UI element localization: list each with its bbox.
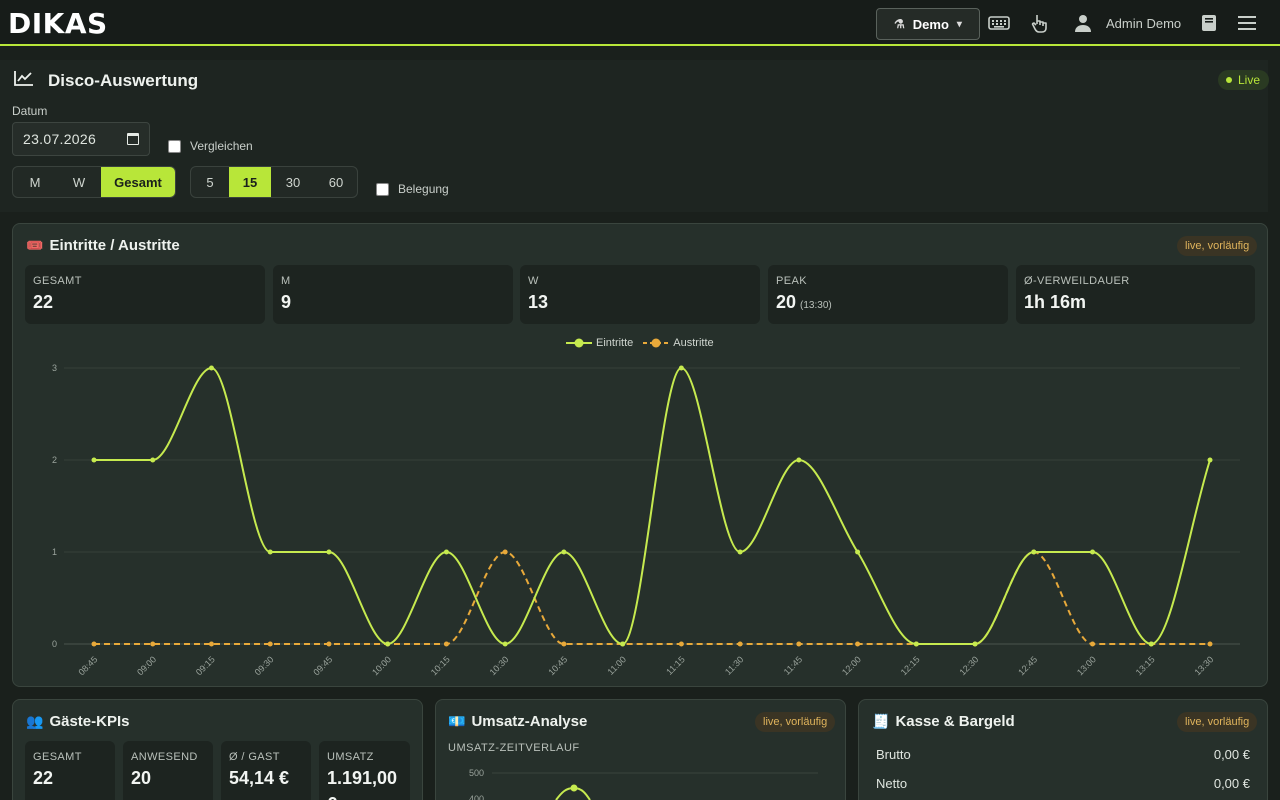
live-status-badge: Live <box>1218 70 1270 90</box>
cash-row-label: Brutto <box>876 747 911 762</box>
gender-filter: M W Gesamt <box>12 166 176 198</box>
stat-value: 9 <box>281 292 292 312</box>
cash-card-title-text: Kasse & Bargeld <box>895 713 1015 730</box>
guest-stat-total: GESAMT 22 <box>25 741 115 800</box>
compare-label: Vergleichen <box>190 139 253 153</box>
revenue-chart-subtitle: UMSATZ-ZEITVERLAUF <box>448 742 580 754</box>
book-icon[interactable] <box>1200 12 1218 34</box>
stat-label: GESAMT <box>33 275 82 287</box>
revenue-card-title: 💶 Umsatz-Analyse <box>448 713 587 730</box>
stat-label: UMSATZ <box>327 751 374 763</box>
peak-time: (13:30) <box>800 300 832 311</box>
stat-male: M 9 <box>273 265 513 324</box>
stat-label: PEAK <box>776 275 807 287</box>
people-icon: 👥 <box>26 713 44 729</box>
stat-peak: PEAK 20 (13:30) <box>768 265 1008 324</box>
entries-status-tag: live, vorläufig <box>1177 236 1258 256</box>
keyboard-icon[interactable] <box>988 12 1010 34</box>
interval-option-5[interactable]: 5 <box>191 167 229 197</box>
stat-value: 13 <box>528 292 549 312</box>
guest-stat-revenue: UMSATZ 1.191,00 € <box>319 741 410 800</box>
cash-card-title: 🧾 Kasse & Bargeld <box>872 713 1015 730</box>
interval-option-15[interactable]: 15 <box>229 167 271 197</box>
guest-stat-avg: Ø / GAST 54,14 € <box>221 741 311 800</box>
guests-card-title-text: Gäste-KPIs <box>49 713 130 730</box>
demo-label: Demo <box>912 16 949 32</box>
gender-option-w[interactable]: W <box>57 167 101 197</box>
stat-label: Ø / GAST <box>229 751 280 763</box>
touch-icon[interactable] <box>1030 12 1050 34</box>
flask-icon: ⚗ <box>894 17 905 31</box>
stat-value: 22 <box>33 292 54 312</box>
line-chart-icon <box>14 70 34 91</box>
cash-row-value: 0,00 € <box>1213 776 1250 791</box>
guest-stat-present: ANWESEND 20 <box>123 741 213 800</box>
ticket-icon: 🎟️ <box>26 237 44 253</box>
guests-card-title: 👥 Gäste-KPIs <box>26 713 129 730</box>
calendar-icon[interactable] <box>127 133 139 145</box>
date-input[interactable]: 23.07.2026 <box>12 122 150 156</box>
peak-value: 20 <box>776 292 797 312</box>
user-name[interactable]: Admin Demo <box>1106 16 1181 31</box>
live-dot-icon <box>1226 77 1232 83</box>
receipt-icon: 🧾 <box>872 713 890 729</box>
money-icon: 💶 <box>448 713 466 729</box>
demo-dropdown-button[interactable]: ⚗ Demo ▾ <box>876 8 980 40</box>
stat-label: GESAMT <box>33 751 82 763</box>
compare-checkbox-row[interactable]: Vergleichen <box>168 139 253 153</box>
stat-value: 1h 16m <box>1024 292 1087 312</box>
page-title: Disco-Auswertung <box>48 70 199 90</box>
interval-filter: 5 15 30 60 <box>190 166 358 198</box>
revenue-status-tag: live, vorläufig <box>755 712 836 732</box>
occupancy-checkbox-row[interactable]: Belegung <box>376 182 449 196</box>
stat-total: GESAMT 22 <box>25 265 265 324</box>
entries-card-title-text: Eintritte / Austritte <box>49 237 180 254</box>
gender-option-m[interactable]: M <box>13 167 57 197</box>
stat-value: 1.191,00 € <box>327 768 398 800</box>
cash-row-label: Netto <box>876 776 908 791</box>
cash-row-gross: Brutto 0,00 € <box>876 747 1250 762</box>
date-value: 23.07.2026 <box>23 131 97 147</box>
stat-female: W 13 <box>520 265 760 324</box>
stat-value: 22 <box>33 768 54 788</box>
compare-checkbox[interactable] <box>168 139 181 153</box>
hamburger-menu-icon[interactable] <box>1238 12 1256 34</box>
stat-value: 20 (13:30) <box>776 292 832 313</box>
stat-value: 20 <box>131 768 152 788</box>
user-icon[interactable] <box>1074 12 1092 34</box>
top-navigation-bar: DIKAS ⚗ Demo ▾ Admin Demo <box>0 0 1280 46</box>
cash-row-net: Netto 0,00 € <box>876 776 1250 791</box>
legend-item-exits[interactable]: Austritte <box>643 337 714 349</box>
stat-label: Ø-VERWEILDAUER <box>1024 275 1130 287</box>
page-title-row: Disco-Auswertung <box>14 70 198 91</box>
live-label: Live <box>1238 73 1261 87</box>
occupancy-label: Belegung <box>398 182 449 196</box>
cash-status-tag: live, vorläufig <box>1177 712 1258 732</box>
chevron-down-icon: ▾ <box>956 18 962 30</box>
revenue-card-title-text: Umsatz-Analyse <box>471 713 588 730</box>
app-logo[interactable]: DIKAS <box>8 7 108 41</box>
chart-legend: Eintritte Austritte <box>566 337 714 349</box>
occupancy-checkbox[interactable] <box>376 182 389 196</box>
interval-option-60[interactable]: 60 <box>315 167 357 197</box>
stat-label: ANWESEND <box>131 751 198 763</box>
stat-value: 54,14 € <box>229 768 290 788</box>
stat-label: W <box>528 275 539 287</box>
legend-label: Eintritte <box>596 337 634 349</box>
legend-label: Austritte <box>673 337 714 349</box>
date-label: Datum <box>12 104 48 118</box>
gender-option-gesamt[interactable]: Gesamt <box>101 167 175 197</box>
entries-card-title: 🎟️ Eintritte / Austritte <box>26 237 180 254</box>
stat-avg-stay: Ø-VERWEILDAUER 1h 16m <box>1016 265 1255 324</box>
legend-item-entries[interactable]: Eintritte <box>566 337 633 349</box>
stat-label: M <box>281 275 291 287</box>
cash-row-value: 0,00 € <box>1213 747 1250 762</box>
interval-option-30[interactable]: 30 <box>271 167 315 197</box>
